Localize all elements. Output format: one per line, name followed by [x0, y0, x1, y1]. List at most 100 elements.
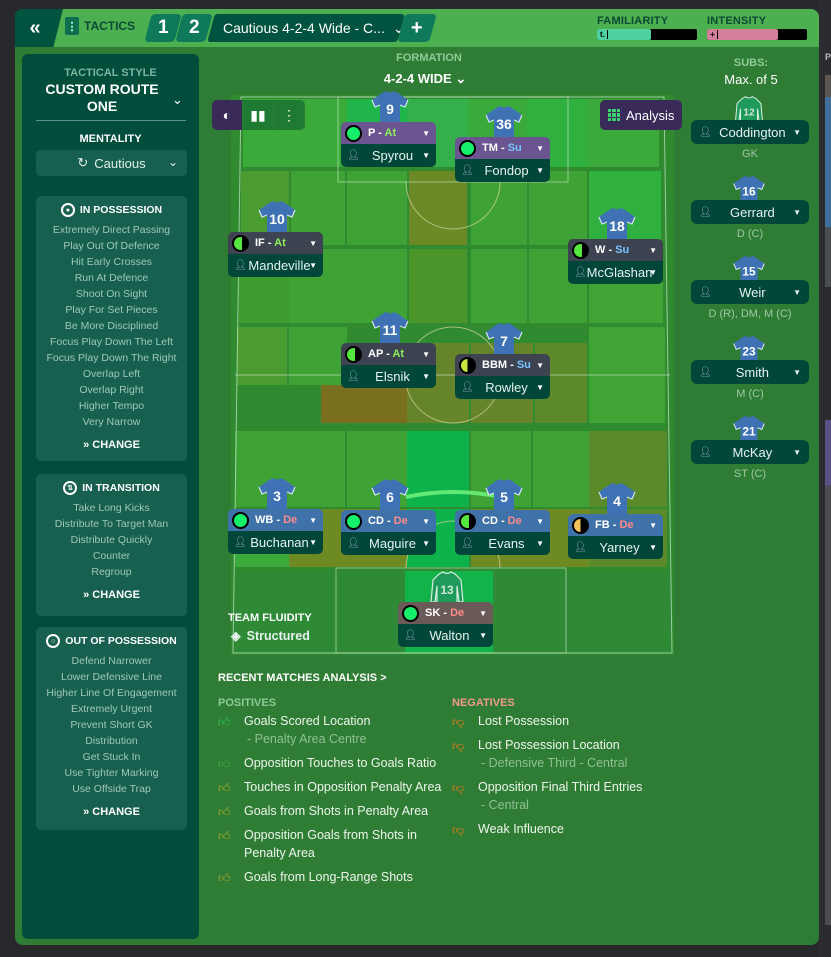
tactic-select[interactable]: Cautious 4-2-4 Wide - C... ⌄ [223, 14, 405, 42]
sub-player-select[interactable]: 👤︎ Weir ▼ [691, 280, 809, 304]
player-role-select[interactable]: WB - De ▼ [228, 509, 323, 531]
intensity-meter[interactable]: INTENSITY + [707, 15, 807, 40]
sub-player[interactable]: 16 👤︎ Gerrard ▼ D (C) [691, 175, 809, 243]
person-icon: 👤︎ [461, 165, 474, 176]
player-slot[interactable]: 3 WB - De ▼ 👤︎ Buchanan ▼ [228, 477, 323, 554]
negative-item[interactable]: 👎︎ Lost Possession Location - Defensive … [452, 736, 672, 772]
add-tactic-button[interactable]: + [397, 14, 437, 42]
tactics-tab[interactable]: ⋮ TACTICS [65, 17, 135, 35]
sub-player[interactable]: 15 👤︎ Weir ▼ D (R), DM, M (C) [691, 255, 809, 323]
analysis-button[interactable]: Analysis [600, 100, 683, 130]
player-card: WB - De ▼ 👤︎ Buchanan ▼ [228, 509, 323, 554]
formation-select[interactable]: 4-2-4 WIDE ⌄ [355, 71, 495, 87]
sub-player[interactable]: 23 👤︎ Smith ▼ M (C) [691, 335, 809, 403]
player-slot[interactable]: 11 AP - At ▼ 👤︎ Elsnik ▼ [341, 311, 436, 388]
sub-player-select[interactable]: 👤︎ Gerrard ▼ [691, 200, 809, 224]
player-name-select[interactable]: 👤︎ Fondop ▼ [455, 159, 550, 182]
subs-max: Max. of 5 [724, 72, 778, 87]
player-name-select[interactable]: 👤︎ Elsnik ▼ [341, 365, 436, 388]
player-name-select[interactable]: 👤︎ Rowley ▼ [455, 376, 550, 399]
familiarity-meter[interactable]: FAMILIARITY t. [597, 15, 697, 40]
mentality-select[interactable]: ↻ Cautious ⌄ [36, 150, 187, 176]
out-of-possession-change-button[interactable]: » CHANGE [36, 806, 187, 818]
positive-item[interactable]: 👍︎ Opposition Touches to Goals Ratio [218, 754, 448, 772]
player-slot[interactable]: 9 P - At ▼ 👤︎ Spyrou ▼ [341, 90, 436, 167]
sub-player-select[interactable]: 👤︎ Smith ▼ [691, 360, 809, 384]
instruction-item: Hit Early Crosses [70, 256, 153, 268]
player-slot[interactable]: 36 TM - Su ▼ 👤︎ Fondop ▼ [455, 105, 550, 182]
caret-down-icon: ▼ [422, 539, 430, 548]
player-role-select[interactable]: IF - At ▼ [228, 232, 323, 254]
formation-label: FORMATION [396, 52, 462, 64]
player-role-select[interactable]: CD - De ▼ [455, 510, 550, 532]
tactic-board-toggle-button[interactable]: ⋮ [274, 100, 305, 130]
double-chevron-right-icon: » [83, 806, 90, 818]
player-role-select[interactable]: FB - De ▼ [568, 514, 663, 536]
negative-item[interactable]: 👎︎ Lost Possession [452, 712, 672, 730]
player-role-select[interactable]: SK - De ▼ [398, 602, 493, 624]
player-name-select[interactable]: 👤︎ Buchanan ▼ [228, 531, 323, 554]
player-slot[interactable]: 13 SK - De ▼ 👤︎ Walton ▼ [398, 570, 493, 647]
recent-matches-analysis-link[interactable]: RECENT MATCHES ANALYSIS > [218, 672, 387, 684]
back-button[interactable]: « [15, 9, 63, 47]
caret-down-icon: ▼ [793, 367, 801, 377]
in-possession-change-button[interactable]: » CHANGE [36, 439, 187, 451]
player-role-select[interactable]: AP - At ▼ [341, 343, 436, 365]
positive-item[interactable]: 👍︎ Opposition Goals from Shots in Penalt… [218, 826, 448, 862]
out-of-possession-box: ○ OUT OF POSSESSION Defend Narrower Lower… [36, 627, 187, 830]
positive-text: Opposition Goals from Shots in Penalty A… [244, 828, 417, 860]
negatives-heading: NEGATIVES [452, 697, 515, 709]
sub-player-position: M (C) [736, 388, 764, 400]
player-slot[interactable]: 7 BBM - Su ▼ 👤︎ Rowley ▼ [455, 322, 550, 399]
player-role-select[interactable]: BBM - Su ▼ [455, 354, 550, 376]
tactics-board-icon: ⋮ [65, 17, 79, 35]
player-role-select[interactable]: CD - De ▼ [341, 510, 436, 532]
sub-player[interactable]: 21 👤︎ McKay ▼ ST (C) [691, 415, 809, 483]
player-slot[interactable]: 4 FB - De ▼ 👤︎ Yarney ▼ [568, 482, 663, 559]
sub-player-name: Smith [735, 364, 769, 380]
analysis-label: Analysis [626, 107, 675, 123]
positive-item[interactable]: 👍︎ Goals from Shots in Penalty Area [218, 802, 448, 820]
contrast-toggle-button[interactable]: ◐ [212, 100, 243, 130]
sub-player[interactable]: 12 👤︎ Coddington ▼ GK [691, 95, 809, 163]
caret-down-icon: ▼ [649, 543, 657, 552]
tactical-style-value[interactable]: CUSTOM ROUTE ONE [32, 81, 172, 115]
adjacent-strip-c [825, 227, 831, 287]
player-name-select[interactable]: 👤︎ Maguire ▼ [341, 532, 436, 555]
player-name-select[interactable]: 👤︎ Mandeville ▼ [228, 254, 323, 277]
sub-player-select[interactable]: 👤︎ McKay ▼ [691, 440, 809, 464]
caret-down-icon: ▼ [422, 372, 430, 381]
negative-item[interactable]: 👎︎ Weak Influence [452, 820, 672, 838]
player-name-select[interactable]: 👤︎ Walton ▼ [398, 624, 493, 647]
player-name-select[interactable]: 👤︎ Yarney ▼ [568, 536, 663, 559]
sub-player-position: D (C) [736, 228, 764, 240]
positive-text: Goals Scored Location [244, 714, 371, 728]
sub-player-name: Gerrard [729, 204, 775, 220]
positive-item[interactable]: 👍︎ Touches in Opposition Penalty Area [218, 778, 448, 796]
player-role-select[interactable]: TM - Su ▼ [455, 137, 550, 159]
player-name-select[interactable]: 👤︎ McGlashan ▼ [568, 261, 663, 284]
negative-item[interactable]: 👎︎ Opposition Final Third Entries - Cent… [452, 778, 672, 814]
player-slot[interactable]: 10 IF - At ▼ 👤︎ Mandeville ▼ [228, 200, 323, 277]
instruction-item: Focus Play Down The Left [50, 336, 173, 348]
player-name-select[interactable]: 👤︎ Evans ▼ [455, 532, 550, 555]
team-fluidity-value[interactable]: ◈ Structured [231, 628, 310, 644]
familiarity-label: FAMILIARITY [597, 15, 669, 27]
caret-down-icon: ▼ [309, 538, 317, 547]
chevron-down-icon[interactable]: ⌄ [172, 92, 183, 108]
role-familiarity-icon [459, 139, 476, 157]
familiarity-bar: t. [597, 29, 697, 40]
player-role-select[interactable]: W - Su ▼ [568, 239, 663, 261]
player-role-select[interactable]: P - At ▼ [341, 122, 436, 144]
player-card: W - Su ▼ 👤︎ McGlashan ▼ [568, 239, 663, 284]
player-slot[interactable]: 5 CD - De ▼ 👤︎ Evans ▼ [455, 478, 550, 555]
sub-player-select[interactable]: 👤︎ Coddington ▼ [691, 120, 809, 144]
stats-toggle-button[interactable]: ▮▮ [243, 100, 274, 130]
player-slot[interactable]: 18 W - Su ▼ 👤︎ McGlashan ▼ [568, 207, 663, 284]
positive-item[interactable]: 👍︎ Goals Scored Location - Penalty Area … [218, 712, 448, 748]
in-transition-change-button[interactable]: » CHANGE [36, 589, 187, 601]
tactic-slot-2-label: 2 [188, 17, 200, 38]
positive-item[interactable]: 👍︎ Goals from Long-Range Shots [218, 868, 448, 886]
player-slot[interactable]: 6 CD - De ▼ 👤︎ Maguire ▼ [341, 478, 436, 555]
player-name-select[interactable]: 👤︎ Spyrou ▼ [341, 144, 436, 167]
